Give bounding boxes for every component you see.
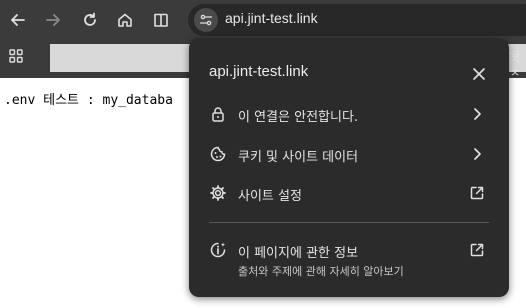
page-info-sublabel: 출처와 주제에 관해 자세히 알아보기 xyxy=(238,265,404,278)
site-settings-label: 사이트 설정 xyxy=(238,189,302,204)
forward-button[interactable] xyxy=(39,6,67,34)
close-icon xyxy=(473,68,485,80)
open-external-icon xyxy=(470,243,484,257)
reload-button[interactable] xyxy=(76,6,104,34)
page-info-item[interactable]: 이 페이지에 관한 정보 출처와 주제에 관해 자세히 알아보기 xyxy=(189,232,509,282)
page-content-text: .env 테스트 : my_databa xyxy=(4,93,173,108)
connection-secure-item[interactable]: 이 연결은 안전합니다. xyxy=(189,96,509,134)
connection-secure-label: 이 연결은 안전합니다. xyxy=(238,110,359,125)
close-button[interactable] xyxy=(469,64,489,84)
lock-icon xyxy=(212,107,224,122)
cookies-site-data-item[interactable]: 쿠키 및 사이트 데이터 xyxy=(189,136,509,174)
chevron-right-icon xyxy=(474,108,481,120)
site-settings-item[interactable]: 사이트 설정 xyxy=(189,175,509,213)
chevron-right-icon xyxy=(474,148,481,160)
cookies-site-data-label: 쿠키 및 사이트 데이터 xyxy=(238,150,359,165)
site-info-popup: api.jint-test.link 이 연결은 안전합니다. 쿠키 및 사이트… xyxy=(189,38,509,297)
site-info-button[interactable] xyxy=(194,8,218,32)
gear-icon xyxy=(210,185,226,201)
home-icon xyxy=(118,13,132,27)
back-arrow-icon xyxy=(11,14,25,26)
home-button[interactable] xyxy=(111,6,139,34)
side-panel-button[interactable] xyxy=(147,6,175,34)
url-text[interactable]: api.jint-test.link xyxy=(225,10,318,26)
page-info-label: 이 페이지에 관한 정보 xyxy=(238,246,359,261)
divider xyxy=(209,222,489,223)
popup-title: api.jint-test.link xyxy=(209,63,309,80)
address-bar[interactable]: api.jint-test.link xyxy=(188,4,526,36)
forward-arrow-icon xyxy=(46,14,60,26)
page-info-icon xyxy=(210,242,226,258)
cookie-icon xyxy=(210,146,226,162)
bookmark-item-label[interactable]: 왓ㅊ xyxy=(510,48,526,80)
side-panel-icon xyxy=(154,13,168,27)
apps-grid-icon[interactable] xyxy=(7,47,25,65)
browser-toolbar: api.jint-test.link xyxy=(0,0,526,40)
back-button[interactable] xyxy=(4,6,32,34)
tune-icon xyxy=(199,14,213,26)
reload-icon xyxy=(84,12,96,26)
open-external-icon xyxy=(470,186,484,200)
